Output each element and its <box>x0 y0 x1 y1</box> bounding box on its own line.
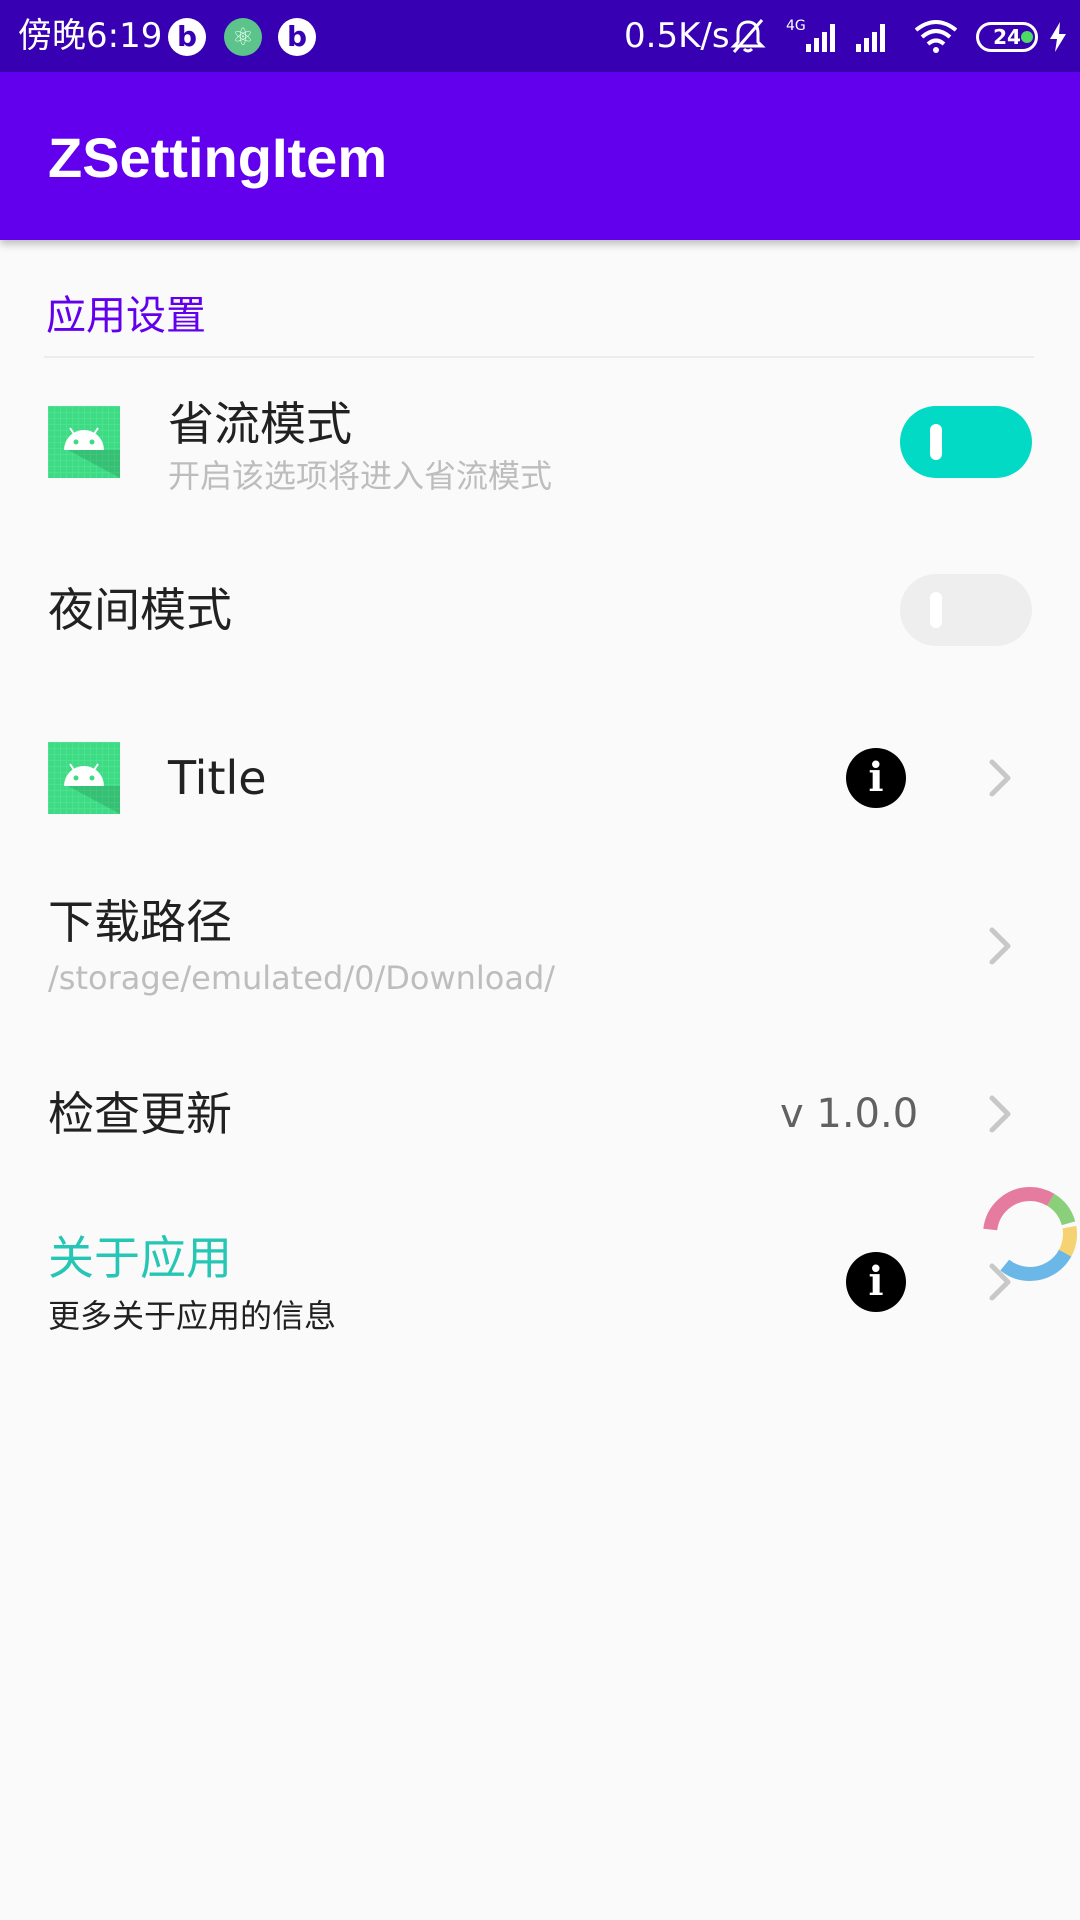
svg-text:4G: 4G <box>786 18 806 34</box>
android-icon <box>48 742 120 814</box>
status-bar: 傍晚6:19 b ⚛ b 0.5K/s 4G 24 <box>0 0 1080 72</box>
bilibili-icon: b <box>278 18 316 56</box>
item-title: 检查更新 <box>48 1087 232 1141</box>
item-title: 夜间模式 <box>48 583 232 637</box>
item-subtitle: 开启该选项将进入省流模式 <box>168 457 553 495</box>
battery-level: 24 <box>993 25 1021 49</box>
item-title: Title <box>168 751 267 805</box>
night-mode-switch[interactable] <box>900 574 1032 646</box>
item-title: 下载路径 <box>48 895 232 949</box>
item-title: 关于应用 <box>48 1231 232 1285</box>
setting-item-check-update[interactable]: 检查更新 v 1.0.0 <box>0 1044 1080 1184</box>
wifi-icon <box>914 20 958 53</box>
4g-signal-icon: 4G <box>786 18 835 52</box>
floating-ball-icon[interactable] <box>978 1182 1080 1286</box>
setting-item-download-path[interactable]: 下载路径 /storage/emulated/0/Download/ <box>0 876 1080 1016</box>
setting-item-about[interactable]: 关于应用 更多关于应用的信息 i <box>0 1212 1080 1352</box>
chevron-right-icon <box>989 927 1011 965</box>
setting-item-night-mode[interactable]: 夜间模式 <box>0 540 1080 680</box>
info-icon[interactable]: i <box>846 1252 906 1312</box>
setting-item-title[interactable]: Title i <box>0 708 1080 848</box>
chevron-right-icon <box>989 1095 1011 1133</box>
app-bar: ZSettingItem <box>0 72 1080 240</box>
setting-item-data-saver[interactable]: 省流模式 开启该选项将进入省流模式 <box>0 372 1080 512</box>
version-label: v 1.0.0 <box>780 1091 919 1137</box>
chevron-right-icon <box>989 759 1011 797</box>
item-subtitle: 更多关于应用的信息 <box>48 1297 337 1335</box>
network-speed: 0.5K/s <box>624 16 730 56</box>
item-subtitle: /storage/emulated/0/Download/ <box>48 959 556 997</box>
atom-icon: ⚛ <box>224 18 262 56</box>
divider <box>44 356 1034 358</box>
charging-icon <box>1050 22 1066 52</box>
app-title: ZSettingItem <box>48 126 388 189</box>
data-saver-switch[interactable] <box>900 406 1032 478</box>
battery-icon: 24 <box>976 22 1038 52</box>
item-title: 省流模式 <box>168 397 352 451</box>
mute-bell-icon <box>730 19 766 53</box>
status-time: 傍晚6:19 <box>18 16 163 56</box>
info-icon[interactable]: i <box>846 748 906 808</box>
section-header: 应用设置 <box>46 293 206 339</box>
android-icon <box>48 406 120 478</box>
signal-icon <box>856 24 885 52</box>
bilibili-icon: b <box>168 18 206 56</box>
